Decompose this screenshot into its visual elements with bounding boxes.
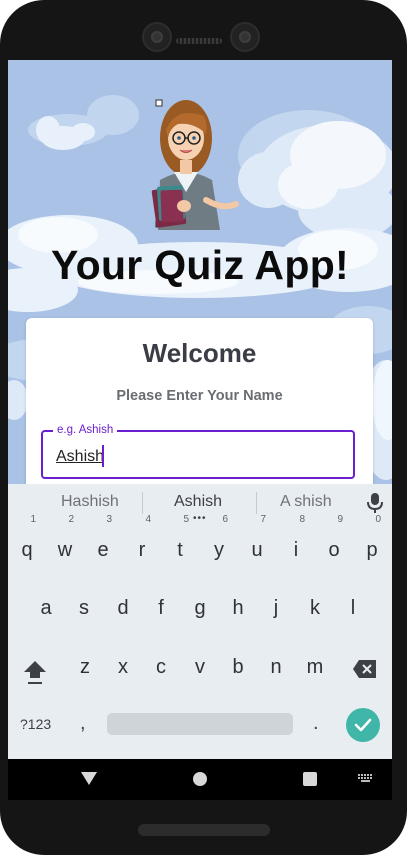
key-n[interactable]: n: [259, 644, 293, 690]
key-u[interactable]: u7: [240, 514, 274, 573]
key-v[interactable]: v: [183, 644, 217, 690]
suggestion-right[interactable]: A shish: [280, 493, 332, 511]
name-field-label: e.g. Ashish: [53, 423, 118, 437]
navigation-bar: [8, 759, 392, 800]
key-a[interactable]: a: [29, 585, 63, 631]
mic-icon[interactable]: [365, 492, 385, 514]
key-x[interactable]: x: [106, 644, 140, 690]
welcome-card: Welcome Please Enter Your Name e.g. Ashi…: [26, 318, 373, 490]
front-camera-icon: [142, 22, 172, 52]
suggestion-left[interactable]: Hashish: [61, 493, 119, 511]
name-input[interactable]: [56, 446, 336, 468]
key-m[interactable]: m: [298, 644, 332, 690]
symbols-key[interactable]: ?123: [20, 716, 51, 732]
key-b[interactable]: b: [221, 644, 255, 690]
key-y[interactable]: y6: [202, 514, 236, 573]
key-j[interactable]: j: [259, 585, 293, 631]
app-screen: Your Quiz App! Welcome Please Enter Your…: [8, 60, 392, 800]
backspace-icon[interactable]: [352, 659, 378, 679]
key-f[interactable]: f: [144, 585, 178, 631]
soft-keyboard: Hashish Ashish A shish ••• q1 w2 e3 r4 t…: [8, 484, 392, 759]
enter-key[interactable]: [346, 708, 380, 742]
bottom-speaker: [138, 824, 270, 836]
check-icon: [354, 718, 372, 732]
spacebar[interactable]: [107, 713, 293, 735]
app-title: Your Quiz App!: [51, 242, 349, 288]
comma-key[interactable]: ,: [80, 712, 86, 735]
name-field[interactable]: e.g. Ashish: [41, 423, 355, 479]
shift-icon[interactable]: [22, 659, 48, 685]
home-circle-icon[interactable]: [193, 772, 207, 786]
recents-square-icon[interactable]: [303, 772, 317, 786]
key-o[interactable]: o9: [317, 514, 351, 573]
name-prompt: Please Enter Your Name: [116, 388, 283, 404]
keyboard-icon[interactable]: [358, 774, 374, 784]
key-d[interactable]: d: [106, 585, 140, 631]
key-w[interactable]: w2: [48, 514, 82, 573]
suggestion-divider: [142, 492, 143, 514]
text-caret: [102, 445, 104, 467]
key-i[interactable]: i8: [279, 514, 313, 573]
key-r[interactable]: r4: [125, 514, 159, 573]
phone-frame: Your Quiz App! Welcome Please Enter Your…: [0, 0, 407, 855]
key-z[interactable]: z: [68, 644, 102, 690]
suggestion-divider: [256, 492, 257, 514]
key-s[interactable]: s: [67, 585, 101, 631]
key-g[interactable]: g: [183, 585, 217, 631]
volume-button: [403, 200, 407, 320]
suggestion-center[interactable]: Ashish: [174, 493, 222, 511]
key-l[interactable]: l: [336, 585, 370, 631]
period-key[interactable]: .: [313, 712, 319, 735]
more-suggestions-icon[interactable]: •••: [193, 514, 207, 524]
key-t[interactable]: t5: [163, 514, 197, 573]
key-e[interactable]: e3: [86, 514, 120, 573]
key-p[interactable]: p0: [355, 514, 389, 573]
key-h[interactable]: h: [221, 585, 255, 631]
suggestion-strip: Hashish Ashish A shish •••: [8, 484, 392, 524]
earpiece-speaker: [176, 38, 222, 44]
welcome-heading: Welcome: [142, 338, 257, 368]
front-sensor-icon: [230, 22, 260, 52]
back-triangle-icon[interactable]: [81, 772, 97, 785]
key-q[interactable]: q1: [10, 514, 44, 573]
key-c[interactable]: c: [144, 644, 178, 690]
key-k[interactable]: k: [298, 585, 332, 631]
